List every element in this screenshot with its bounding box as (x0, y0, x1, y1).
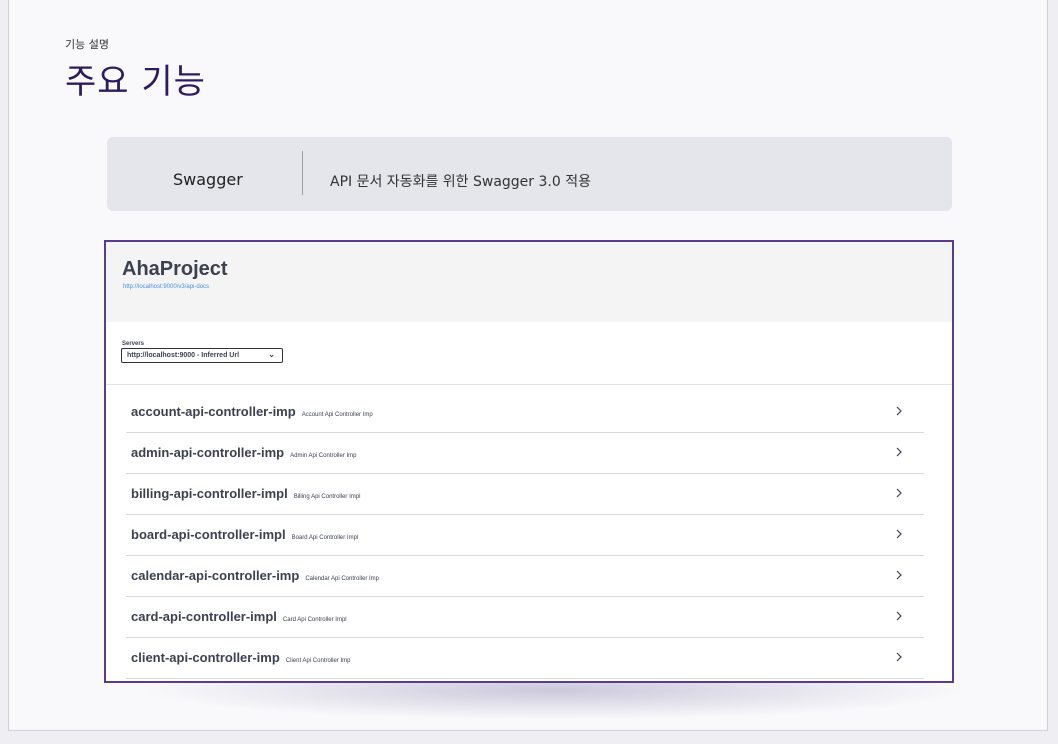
tag-description: Card Api Controller Impl (282, 617, 347, 623)
tag-name: calendar-api-controller-imp Calendar Api … (131, 568, 379, 583)
swagger-info-header: AhaProject http://localhost:9000/v3/api-… (106, 242, 952, 322)
chevron-right-icon[interactable] (894, 651, 904, 663)
tag-name: admin-api-controller-imp Admin Api Contro… (131, 445, 357, 460)
chevron-right-icon[interactable] (894, 528, 904, 540)
tag-description: Admin Api Controller Imp (290, 453, 357, 459)
tag-name-label: card-api-controller-impl (131, 609, 277, 624)
feature-description: API 문서 자동화를 위한 Swagger 3.0 적용 (330, 174, 591, 190)
tag-row[interactable]: admin-api-controller-imp Admin Api Contro… (126, 433, 924, 474)
tag-name-label: client-api-controller-imp (131, 650, 280, 665)
feature-summary-bar: Swagger API 문서 자동화를 위한 Swagger 3.0 적용 (107, 137, 952, 211)
page-title: 주요 기능 (65, 62, 206, 102)
tag-name: billing-api-controller-impl Billing Api C… (131, 486, 360, 501)
chevron-down-icon: ⌄ (268, 350, 275, 359)
tag-name-label: billing-api-controller-impl (131, 486, 288, 501)
chevron-right-icon[interactable] (894, 487, 904, 499)
api-title: AhaProject (122, 258, 228, 280)
tag-name-label: account-api-controller-imp (131, 404, 296, 419)
feature-divider (302, 151, 303, 195)
chevron-right-icon[interactable] (894, 405, 904, 417)
tag-row[interactable]: card-api-controller-impl Card Api Control… (126, 597, 924, 638)
tag-row[interactable]: account-api-controller-imp Account Api Co… (126, 392, 924, 433)
slide: 기능 설명 주요 기능 Swagger API 문서 자동화를 위한 Swagg… (8, 0, 1048, 731)
tag-name-label: admin-api-controller-imp (131, 445, 285, 460)
tag-row[interactable]: calendar-api-controller-imp Calendar Api … (126, 556, 924, 597)
servers-section: Servers http://localhost:9000 - Inferred… (106, 322, 952, 385)
tag-row[interactable]: billing-api-controller-impl Billing Api C… (126, 474, 924, 515)
chevron-right-icon[interactable] (894, 446, 904, 458)
tag-name-label: calendar-api-controller-imp (131, 568, 300, 583)
chevron-right-icon[interactable] (894, 569, 904, 581)
tag-name: board-api-controller-impl Board Api Contr… (131, 527, 358, 542)
tag-description: Client Api Controller Imp (285, 658, 351, 664)
tag-description: Board Api Controller Impl (291, 535, 359, 541)
servers-selected-value: http://localhost:9000 - Inferred Url (127, 352, 240, 359)
servers-select[interactable]: http://localhost:9000 - Inferred Url ⌄ (121, 348, 283, 363)
tag-row[interactable]: client-api-controller-imp Client Api Cont… (126, 638, 924, 679)
tag-list: account-api-controller-imp Account Api Co… (126, 392, 924, 679)
servers-label: Servers (122, 341, 145, 347)
swagger-screenshot: AhaProject http://localhost:9000/v3/api-… (104, 240, 954, 683)
tag-row[interactable]: board-api-controller-impl Board Api Contr… (126, 515, 924, 556)
tag-name-label: board-api-controller-impl (131, 527, 286, 542)
tag-name: account-api-controller-imp Account Api Co… (131, 404, 373, 419)
tag-description: Account Api Controller Imp (301, 412, 373, 418)
section-eyebrow: 기능 설명 (65, 38, 109, 51)
api-docs-link[interactable]: http://localhost:9000/v3/api-docs (123, 284, 209, 290)
tag-name: card-api-controller-impl Card Api Control… (131, 609, 347, 624)
feature-name: Swagger (173, 170, 243, 189)
tag-name: client-api-controller-imp Client Api Cont… (131, 650, 351, 665)
tag-description: Billing Api Controller Impl (293, 494, 361, 500)
tag-description: Calendar Api Controller Imp (305, 576, 380, 582)
chevron-right-icon[interactable] (894, 610, 904, 622)
